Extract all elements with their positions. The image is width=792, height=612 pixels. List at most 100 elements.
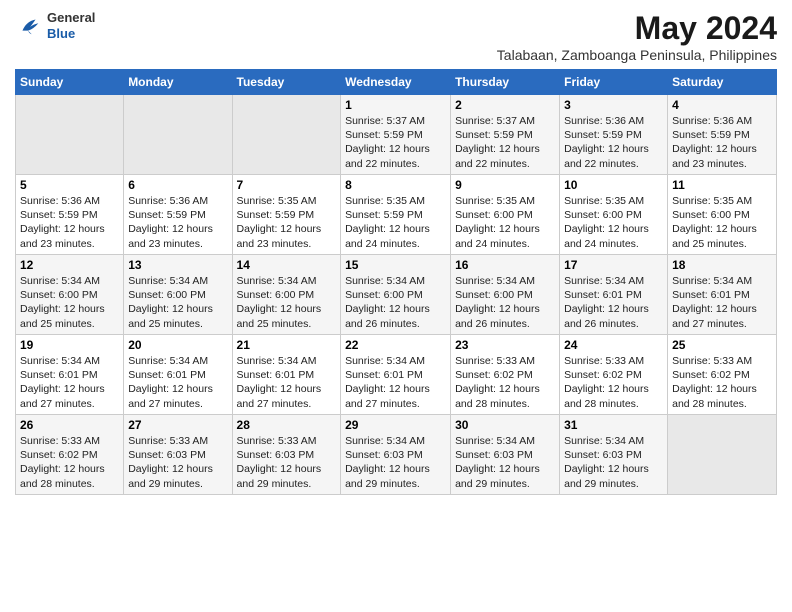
cell-content: Sunrise: 5:34 AM Sunset: 6:01 PM Dayligh…	[672, 274, 772, 331]
calendar-cell: 31 Sunrise: 5:34 AM Sunset: 6:03 PM Dayli…	[560, 415, 668, 495]
cell-content: Sunrise: 5:35 AM Sunset: 6:00 PM Dayligh…	[564, 194, 663, 251]
calendar-cell: 26Sunrise: 5:33 AM Sunset: 6:02 PM Dayli…	[16, 415, 124, 495]
calendar-cell: 11 Sunrise: 5:35 AM Sunset: 6:00 PM Dayli…	[668, 175, 777, 255]
cell-content: Sunrise: 5:36 AM Sunset: 5:59 PM Dayligh…	[672, 114, 772, 171]
title-block: May 2024 Talabaan, Zamboanga Peninsula, …	[497, 10, 777, 63]
calendar-cell: 5Sunrise: 5:36 AM Sunset: 5:59 PM Daylig…	[16, 175, 124, 255]
calendar-cell: 10 Sunrise: 5:35 AM Sunset: 6:00 PM Dayli…	[560, 175, 668, 255]
day-number: 22	[345, 338, 446, 352]
calendar-cell: 16Sunrise: 5:34 AM Sunset: 6:00 PM Dayli…	[451, 255, 560, 335]
calendar-cell: 17 Sunrise: 5:34 AM Sunset: 6:01 PM Dayli…	[560, 255, 668, 335]
calendar-cell: 15 Sunrise: 5:34 AM Sunset: 6:00 PM Dayli…	[341, 255, 451, 335]
calendar-cell: 3 Sunrise: 5:36 AM Sunset: 5:59 PM Daylig…	[560, 95, 668, 175]
page-header: General Blue May 2024 Talabaan, Zamboang…	[15, 10, 777, 63]
cell-content: Sunrise: 5:36 AM Sunset: 5:59 PM Dayligh…	[20, 194, 119, 251]
day-number: 21	[237, 338, 337, 352]
cell-content: Sunrise: 5:36 AM Sunset: 5:59 PM Dayligh…	[564, 114, 663, 171]
day-number: 7	[237, 178, 337, 192]
calendar-cell: 20Sunrise: 5:34 AM Sunset: 6:01 PM Dayli…	[124, 335, 232, 415]
logo: General Blue	[15, 10, 95, 41]
calendar-cell: 28Sunrise: 5:33 AM Sunset: 6:03 PM Dayli…	[232, 415, 341, 495]
day-number: 2	[455, 98, 555, 112]
day-number: 11	[672, 178, 772, 192]
calendar-body: 1 Sunrise: 5:37 AM Sunset: 5:59 PM Daylig…	[16, 95, 777, 495]
calendar-cell: 1Sunrise: 5:37 AM Sunset: 5:59 PM Daylig…	[341, 95, 451, 175]
day-number: 24	[564, 338, 663, 352]
day-number: 16	[455, 258, 555, 272]
cell-content: Sunrise: 5:36 AM Sunset: 5:59 PM Dayligh…	[128, 194, 227, 251]
day-number: 3	[564, 98, 663, 112]
calendar-cell: 14 Sunrise: 5:34 AM Sunset: 6:00 PM Dayli…	[232, 255, 341, 335]
cell-content: Sunrise: 5:35 AM Sunset: 6:00 PM Dayligh…	[455, 194, 555, 251]
cell-content: Sunrise: 5:34 AM Sunset: 6:01 PM Dayligh…	[564, 274, 663, 331]
cell-content: Sunrise: 5:35 AM Sunset: 6:00 PM Dayligh…	[672, 194, 772, 251]
calendar-cell: 2 Sunrise: 5:37 AM Sunset: 5:59 PM Daylig…	[451, 95, 560, 175]
day-number: 14	[237, 258, 337, 272]
calendar-week-row: 19 Sunrise: 5:34 AM Sunset: 6:01 PM Dayli…	[16, 335, 777, 415]
calendar-cell: 30Sunrise: 5:34 AM Sunset: 6:03 PM Dayli…	[451, 415, 560, 495]
cell-content: Sunrise: 5:34 AM Sunset: 6:00 PM Dayligh…	[345, 274, 446, 331]
cell-content: Sunrise: 5:33 AM Sunset: 6:02 PM Dayligh…	[672, 354, 772, 411]
calendar-table: SundayMondayTuesdayWednesdayThursdayFrid…	[15, 69, 777, 495]
calendar-cell: 27 Sunrise: 5:33 AM Sunset: 6:03 PM Dayli…	[124, 415, 232, 495]
cell-content: Sunrise: 5:34 AM Sunset: 6:03 PM Dayligh…	[564, 434, 663, 491]
day-number: 13	[128, 258, 227, 272]
calendar-cell: 9 Sunrise: 5:35 AM Sunset: 6:00 PM Daylig…	[451, 175, 560, 255]
day-number: 27	[128, 418, 227, 432]
logo-icon	[15, 12, 43, 40]
cell-content: Sunrise: 5:33 AM Sunset: 6:02 PM Dayligh…	[564, 354, 663, 411]
day-number: 25	[672, 338, 772, 352]
calendar-cell: 23Sunrise: 5:33 AM Sunset: 6:02 PM Dayli…	[451, 335, 560, 415]
calendar-cell	[124, 95, 232, 175]
cell-content: Sunrise: 5:35 AM Sunset: 5:59 PM Dayligh…	[345, 194, 446, 251]
calendar-cell	[668, 415, 777, 495]
calendar-week-row: 12 Sunrise: 5:34 AM Sunset: 6:00 PM Dayli…	[16, 255, 777, 335]
day-header-monday: Monday	[124, 70, 232, 95]
day-header-thursday: Thursday	[451, 70, 560, 95]
calendar-week-row: 26Sunrise: 5:33 AM Sunset: 6:02 PM Dayli…	[16, 415, 777, 495]
day-number: 29	[345, 418, 446, 432]
calendar-cell: 18 Sunrise: 5:34 AM Sunset: 6:01 PM Dayli…	[668, 255, 777, 335]
cell-content: Sunrise: 5:34 AM Sunset: 6:01 PM Dayligh…	[345, 354, 446, 411]
day-number: 18	[672, 258, 772, 272]
month-year-title: May 2024	[497, 10, 777, 47]
day-number: 12	[20, 258, 119, 272]
day-number: 10	[564, 178, 663, 192]
calendar-cell: 8 Sunrise: 5:35 AM Sunset: 5:59 PM Daylig…	[341, 175, 451, 255]
cell-content: Sunrise: 5:34 AM Sunset: 6:03 PM Dayligh…	[345, 434, 446, 491]
day-number: 9	[455, 178, 555, 192]
day-number: 6	[128, 178, 227, 192]
day-header-tuesday: Tuesday	[232, 70, 341, 95]
cell-content: Sunrise: 5:34 AM Sunset: 6:00 PM Dayligh…	[237, 274, 337, 331]
calendar-cell	[16, 95, 124, 175]
calendar-cell: 6 Sunrise: 5:36 AM Sunset: 5:59 PM Daylig…	[124, 175, 232, 255]
calendar-cell: 12Sunrise: 5:34 AM Sunset: 6:00 PM Dayli…	[16, 255, 124, 335]
cell-content: Sunrise: 5:37 AM Sunset: 5:59 PM Dayligh…	[455, 114, 555, 171]
cell-content: Sunrise: 5:34 AM Sunset: 6:01 PM Dayligh…	[20, 354, 119, 411]
calendar-cell: 7Sunrise: 5:35 AM Sunset: 5:59 PM Daylig…	[232, 175, 341, 255]
day-number: 23	[455, 338, 555, 352]
calendar-week-row: 5Sunrise: 5:36 AM Sunset: 5:59 PM Daylig…	[16, 175, 777, 255]
day-number: 30	[455, 418, 555, 432]
day-header-saturday: Saturday	[668, 70, 777, 95]
day-number: 20	[128, 338, 227, 352]
day-header-friday: Friday	[560, 70, 668, 95]
calendar-cell: 19 Sunrise: 5:34 AM Sunset: 6:01 PM Dayli…	[16, 335, 124, 415]
day-header-wednesday: Wednesday	[341, 70, 451, 95]
logo-text: General Blue	[47, 10, 95, 41]
day-number: 26	[20, 418, 119, 432]
day-number: 31	[564, 418, 663, 432]
day-number: 15	[345, 258, 446, 272]
cell-content: Sunrise: 5:33 AM Sunset: 6:03 PM Dayligh…	[237, 434, 337, 491]
day-number: 17	[564, 258, 663, 272]
cell-content: Sunrise: 5:33 AM Sunset: 6:03 PM Dayligh…	[128, 434, 227, 491]
location-text: Talabaan, Zamboanga Peninsula, Philippin…	[497, 47, 777, 63]
day-number: 8	[345, 178, 446, 192]
calendar-week-row: 1 Sunrise: 5:37 AM Sunset: 5:59 PM Daylig…	[16, 95, 777, 175]
calendar-cell: 25 Sunrise: 5:33 AM Sunset: 6:02 PM Dayli…	[668, 335, 777, 415]
cell-content: Sunrise: 5:34 AM Sunset: 6:00 PM Dayligh…	[128, 274, 227, 331]
day-header-sunday: Sunday	[16, 70, 124, 95]
day-number: 19	[20, 338, 119, 352]
day-number: 1	[345, 98, 446, 112]
calendar-cell: 24 Sunrise: 5:33 AM Sunset: 6:02 PM Dayli…	[560, 335, 668, 415]
